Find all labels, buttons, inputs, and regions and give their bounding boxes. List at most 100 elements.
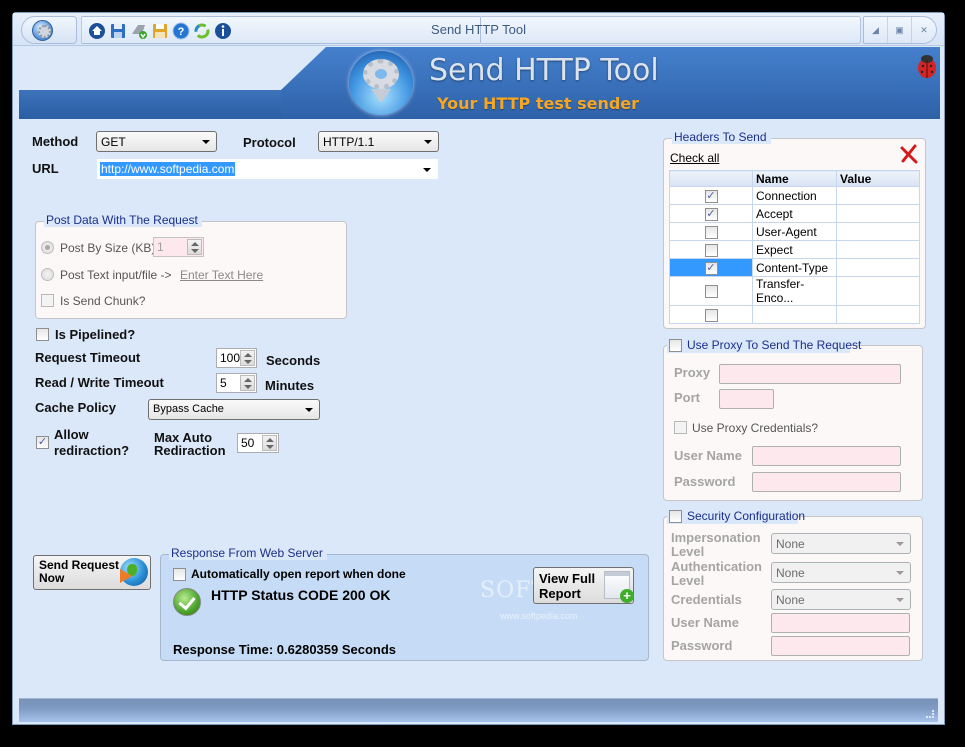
protocol-select[interactable]: HTTP/1.1 <box>318 131 439 152</box>
row-checkbox[interactable] <box>704 225 718 239</box>
row-checkbox[interactable] <box>704 243 718 257</box>
post-size-value: 1 <box>157 240 164 254</box>
enter-text-link[interactable]: Enter Text Here <box>180 268 263 282</box>
minimize-button[interactable]: ◢ <box>864 17 888 43</box>
check-all-link[interactable]: Check all <box>670 151 719 165</box>
credentials-value: None <box>776 593 805 607</box>
post-by-size-radio[interactable] <box>41 241 54 254</box>
resize-grip-icon[interactable] <box>926 710 934 718</box>
header-value[interactable] <box>836 222 920 241</box>
column-header-name[interactable]: Name <box>752 170 837 187</box>
headers-table: Name Value ✓ Connection ✓ Accept User-Agen… <box>669 170 920 324</box>
send-chunk-checkbox[interactable] <box>41 294 54 307</box>
post-data-legend: Post Data With The Request <box>44 213 202 227</box>
proxy-label: Proxy <box>674 365 711 380</box>
credentials-select[interactable]: None <box>771 589 911 610</box>
send-chunk-label: Is Send Chunk? <box>60 294 146 308</box>
row-checkbox[interactable]: ✓ <box>704 261 718 275</box>
app-menu-button[interactable] <box>21 16 77 44</box>
chevron-down-icon <box>896 571 904 575</box>
post-size-stepper[interactable]: 1 <box>153 237 204 257</box>
table-row[interactable]: Transfer-Enco... <box>669 276 920 306</box>
header-value[interactable] <box>836 186 920 205</box>
table-row-new[interactable] <box>669 305 920 324</box>
security-legend: Security Configuration <box>687 509 806 523</box>
rw-timeout-stepper[interactable]: 5 <box>216 373 257 393</box>
pipelined-checkbox[interactable] <box>36 328 49 341</box>
header-name[interactable]: Connection <box>752 186 837 205</box>
row-checkbox[interactable] <box>704 285 718 299</box>
header-name[interactable]: Content-Type <box>752 258 837 277</box>
header-name[interactable] <box>752 305 837 324</box>
row-checkbox[interactable] <box>704 308 718 322</box>
header-name[interactable]: Accept <box>752 204 837 223</box>
header-value[interactable] <box>836 240 920 259</box>
header-value[interactable] <box>836 258 920 277</box>
spin-arrows-icon[interactable] <box>240 350 255 366</box>
header-value[interactable] <box>836 276 920 306</box>
header-value[interactable] <box>836 305 920 324</box>
header-name[interactable]: Expect <box>752 240 837 259</box>
use-proxy-checkbox[interactable] <box>669 339 682 352</box>
chevron-down-icon <box>423 168 431 172</box>
chevron-down-icon <box>424 140 432 144</box>
impersonation-select[interactable]: None <box>771 533 911 554</box>
success-check-icon <box>173 588 201 616</box>
method-label: Method <box>32 134 79 149</box>
security-username-input[interactable] <box>771 613 910 633</box>
method-select[interactable]: GET <box>96 131 217 152</box>
rw-timeout-value: 5 <box>220 376 227 390</box>
proxy-input[interactable] <box>719 364 901 384</box>
view-full-report-button[interactable]: View Full Report <box>533 567 634 604</box>
save-as-icon[interactable] <box>151 22 169 40</box>
minimize-icon: ◢ <box>872 24 879 35</box>
row-checkbox[interactable]: ✓ <box>704 207 718 221</box>
request-timeout-stepper[interactable]: 100 <box>216 348 257 368</box>
table-row-selected[interactable]: ✓ Content-Type <box>669 258 920 277</box>
help-icon[interactable]: ? <box>172 22 190 40</box>
proxy-username-input[interactable] <box>752 446 901 466</box>
info-icon[interactable] <box>214 22 232 40</box>
table-row[interactable]: ✓ Accept <box>669 204 920 223</box>
security-checkbox[interactable] <box>669 510 682 523</box>
column-header-value[interactable]: Value <box>836 170 920 187</box>
header-value[interactable] <box>836 204 920 223</box>
delete-x-icon[interactable] <box>899 144 919 164</box>
authentication-select[interactable]: None <box>771 562 911 583</box>
maximize-button[interactable]: ▣ <box>888 17 912 43</box>
table-row[interactable]: User-Agent <box>669 222 920 241</box>
save-icon[interactable] <box>109 22 127 40</box>
spin-arrows-icon[interactable] <box>262 435 277 451</box>
url-input[interactable]: http://www.softpedia.com <box>97 159 438 179</box>
security-password-input[interactable] <box>771 636 910 656</box>
import-icon[interactable] <box>130 22 148 40</box>
proxy-password-input[interactable] <box>752 472 901 492</box>
spin-arrows-icon[interactable] <box>187 239 202 255</box>
proxy-password-label: Password <box>674 474 736 489</box>
close-button[interactable]: ✕ <box>912 17 936 43</box>
allow-redirect-checkbox[interactable]: ✓ <box>36 436 49 449</box>
auto-open-checkbox[interactable] <box>173 568 186 581</box>
post-text-radio[interactable] <box>41 268 54 281</box>
ladybug-icon[interactable] <box>914 53 940 79</box>
send-request-button[interactable]: Send Request Now <box>33 555 151 590</box>
table-row[interactable]: ✓ Connection <box>669 186 920 205</box>
port-input[interactable] <box>719 389 774 409</box>
port-label: Port <box>674 390 700 405</box>
protocol-label: Protocol <box>243 135 296 150</box>
proxy-credentials-checkbox[interactable] <box>674 421 687 434</box>
impersonation-label-2: Level <box>671 544 705 559</box>
home-icon[interactable] <box>88 22 106 40</box>
rw-timeout-label: Read / Write Timeout <box>35 375 164 390</box>
post-by-size-label: Post By Size (KB) <box>60 241 156 255</box>
header-name[interactable]: Transfer-Enco... <box>752 276 837 306</box>
title-bar: ? Send HTTP Tool ◢ ▣ ✕ <box>13 13 944 46</box>
refresh-icon[interactable] <box>193 22 211 40</box>
row-checkbox[interactable]: ✓ <box>704 189 718 203</box>
header-name[interactable]: User-Agent <box>752 222 837 241</box>
table-row[interactable]: Expect <box>669 240 920 259</box>
cache-policy-select[interactable]: Bypass Cache <box>148 399 320 420</box>
spin-arrows-icon[interactable] <box>240 375 255 391</box>
chevron-down-icon <box>202 140 210 144</box>
max-redirect-stepper[interactable]: 50 <box>237 433 279 453</box>
